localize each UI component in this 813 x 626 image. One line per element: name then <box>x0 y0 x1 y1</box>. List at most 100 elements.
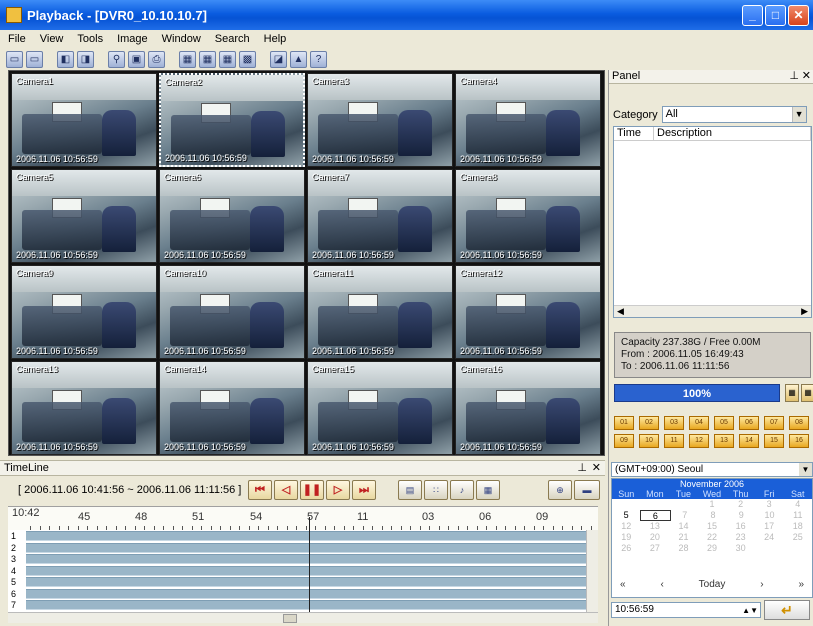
camera-view[interactable]: Camera2 2006.11.06 10:56:59 <box>159 73 305 167</box>
split-4-icon[interactable]: ▦ <box>179 50 196 68</box>
export-icon[interactable]: ▲ <box>290 50 307 68</box>
close-icon[interactable]: ✕ <box>592 461 601 475</box>
pin-icon[interactable]: ⊥ <box>577 461 587 475</box>
camera-view[interactable]: Camera6 2006.11.06 10:56:59 <box>159 169 305 263</box>
track-bar[interactable] <box>26 577 586 587</box>
print-icon[interactable]: ⎙ <box>148 50 165 68</box>
clip-icon[interactable]: ▦ <box>476 480 500 500</box>
audio-icon[interactable]: ♪ <box>450 480 474 500</box>
camera-view[interactable]: Camera5 2006.11.06 10:56:59 <box>11 169 157 263</box>
search-icon[interactable]: ⚲ <box>108 50 125 68</box>
zoom-in-icon[interactable]: ⊕ <box>548 480 572 500</box>
track-bar[interactable] <box>26 542 586 553</box>
calendar-day[interactable]: 10 <box>755 510 783 521</box>
channel-button[interactable]: 02 <box>639 416 659 430</box>
close-button[interactable]: ✕ <box>788 5 809 26</box>
calendar-day[interactable]: 11 <box>784 510 812 521</box>
calendar-day[interactable]: 29 <box>698 543 727 554</box>
pin-icon[interactable]: ⊥ <box>789 70 799 83</box>
track-row[interactable]: 3 <box>8 554 586 564</box>
calendar-day[interactable]: 8 <box>699 510 727 521</box>
calendar-day[interactable]: 21 <box>669 532 698 543</box>
today-button[interactable]: Today <box>699 579 726 593</box>
calendar-day[interactable]: 25 <box>783 532 812 543</box>
jump-start-button[interactable]: ⏮ <box>248 480 272 500</box>
channel-button[interactable]: 06 <box>739 416 759 430</box>
channel-button[interactable]: 07 <box>764 416 784 430</box>
camera-view[interactable]: Camera15 2006.11.06 10:56:59 <box>307 361 453 455</box>
channel-button[interactable]: 10 <box>639 434 659 448</box>
bookmark-icon[interactable]: ◪ <box>270 50 287 68</box>
track-bar[interactable] <box>26 531 586 541</box>
channel-button[interactable]: 05 <box>714 416 734 430</box>
close-icon[interactable]: ✕ <box>802 70 811 83</box>
calendar-day[interactable]: 23 <box>726 532 755 543</box>
help-icon[interactable]: ? <box>310 50 327 68</box>
camera-view[interactable]: Camera9 2006.11.06 10:56:59 <box>11 265 157 359</box>
snapshot-icon[interactable]: ▣ <box>128 50 145 68</box>
play-button[interactable]: ▷ <box>326 480 350 500</box>
channel-button[interactable]: 09 <box>614 434 634 448</box>
channel-button[interactable]: 08 <box>789 416 809 430</box>
track-row[interactable]: 5 <box>8 577 586 587</box>
camera-view[interactable]: Camera1 2006.11.06 10:56:59 <box>11 73 157 167</box>
track-bar[interactable] <box>26 554 586 564</box>
time-ruler[interactable]: 10:42 45 48 51 54 57 11 03 06 09 <box>8 506 598 530</box>
channel-button[interactable]: 13 <box>714 434 734 448</box>
maximize-button[interactable]: □ <box>765 5 786 26</box>
track-scrollbar[interactable] <box>586 530 598 612</box>
time-input[interactable]: 10:56:59 ▲▼ <box>611 602 761 618</box>
next-month-icon[interactable]: › <box>760 579 763 593</box>
go-button[interactable]: ↵ <box>764 600 810 620</box>
zoom-level-icon[interactable]: ▬ <box>574 480 600 500</box>
channel-button[interactable]: 16 <box>789 434 809 448</box>
camera-view[interactable]: Camera10 2006.11.06 10:56:59 <box>159 265 305 359</box>
menu-help[interactable]: Help <box>264 33 287 45</box>
track-row[interactable]: 2 <box>8 542 586 553</box>
export-icon[interactable]: ▦ <box>801 384 813 402</box>
menu-search[interactable]: Search <box>215 33 250 45</box>
track-bar[interactable] <box>26 588 586 599</box>
calendar-day[interactable]: 1 <box>698 499 727 510</box>
camera-view[interactable]: Camera4 2006.11.06 10:56:59 <box>455 73 601 167</box>
video-grid[interactable]: Camera1 2006.11.06 10:56:59 Camera2 2006.11… <box>8 70 605 456</box>
scroll-thumb[interactable] <box>283 614 297 623</box>
next-year-icon[interactable]: » <box>798 579 804 593</box>
calendar-day[interactable]: 26 <box>612 543 641 554</box>
step-back-button[interactable]: ◁ <box>274 480 298 500</box>
calendar-day[interactable]: 2 <box>726 499 755 510</box>
calendar-day[interactable]: 6 <box>640 510 671 521</box>
channel-button[interactable]: 12 <box>689 434 709 448</box>
channel-button[interactable]: 03 <box>664 416 684 430</box>
calendar-day[interactable]: 19 <box>612 532 641 543</box>
calendar-day[interactable]: 27 <box>641 543 670 554</box>
calendar-day[interactable]: 22 <box>698 532 727 543</box>
calendar-day[interactable]: 28 <box>669 543 698 554</box>
column-time[interactable]: Time <box>614 127 654 140</box>
camera-view[interactable]: Camera7 2006.11.06 10:56:59 <box>307 169 453 263</box>
calendar-day[interactable]: 30 <box>726 543 755 554</box>
speed-icon[interactable]: ∷ <box>424 480 448 500</box>
calendar-day[interactable]: 5 <box>612 510 640 521</box>
menu-tools[interactable]: Tools <box>77 33 103 45</box>
track-bar[interactable] <box>26 565 586 576</box>
camera-view[interactable]: Camera14 2006.11.06 10:56:59 <box>159 361 305 455</box>
channel-button[interactable]: 04 <box>689 416 709 430</box>
chevron-down-icon[interactable]: ▼ <box>791 107 806 122</box>
split-16-icon[interactable]: ▦ <box>219 50 236 68</box>
layout-3-icon[interactable]: ◧ <box>57 50 74 68</box>
calendar-day[interactable]: 24 <box>755 532 784 543</box>
calendar-day[interactable]: 20 <box>641 532 670 543</box>
camera-view[interactable]: Camera3 2006.11.06 10:56:59 <box>307 73 453 167</box>
prev-year-icon[interactable]: « <box>620 579 626 593</box>
calendar-day[interactable]: 18 <box>783 521 812 532</box>
calendar-day[interactable]: 3 <box>755 499 784 510</box>
layout-1-icon[interactable]: ▭ <box>6 50 23 68</box>
prev-month-icon[interactable]: ‹ <box>660 579 663 593</box>
calendar-day[interactable]: 12 <box>612 521 641 532</box>
list-scrollbar[interactable]: ◀ ▶ <box>614 305 811 317</box>
category-select[interactable]: All ▼ <box>661 106 807 123</box>
column-description[interactable]: Description <box>654 127 811 140</box>
calendar-day[interactable]: 17 <box>755 521 784 532</box>
calendar-day[interactable]: 14 <box>669 521 698 532</box>
